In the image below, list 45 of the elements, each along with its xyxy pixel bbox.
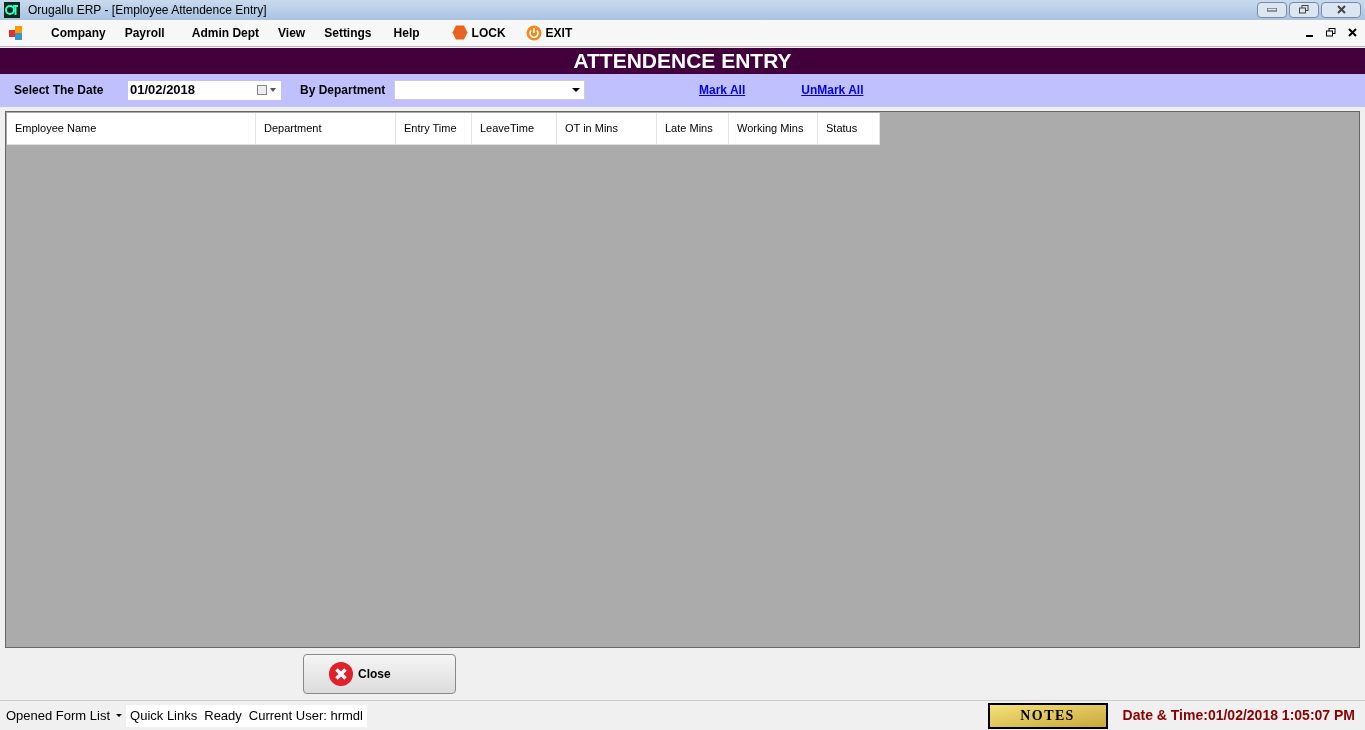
date-time-text: Date & Time:01/02/2018 1:05:07 PM bbox=[1122, 706, 1355, 725]
date-label: Select The Date bbox=[14, 82, 105, 100]
notes-button[interactable]: NOTES bbox=[987, 702, 1108, 729]
column-header[interactable]: OT in Mins bbox=[557, 112, 657, 144]
minimize-icon bbox=[1267, 7, 1277, 12]
status-text: Ready bbox=[204, 706, 242, 725]
error-x-icon bbox=[328, 661, 354, 688]
menu-item[interactable]: Settings bbox=[324, 23, 372, 42]
date-picker[interactable]: 01/02/2018 bbox=[128, 80, 281, 100]
department-label: By Department bbox=[300, 82, 387, 100]
column-header[interactable]: Status bbox=[818, 112, 880, 144]
page-heading: ATTENDENCE ENTRY bbox=[573, 50, 792, 72]
close-button[interactable]: Close bbox=[303, 654, 456, 695]
current-user-text: Current User: hrmdl bbox=[248, 706, 363, 725]
window-title: Orugallu ERP - [Employee Attendence Entry] bbox=[28, 1, 267, 19]
exit-button[interactable]: EXIT bbox=[525, 23, 573, 42]
unmark-all-link[interactable]: UnMark All bbox=[801, 81, 864, 100]
restore-icon bbox=[1299, 5, 1309, 15]
column-header[interactable]: Entry Time bbox=[396, 112, 472, 144]
restore-button[interactable] bbox=[1289, 1, 1319, 18]
restore-icon[interactable] bbox=[1326, 28, 1336, 38]
column-header[interactable]: Employee Name bbox=[7, 112, 256, 144]
mark-all-link[interactable]: Mark All bbox=[699, 81, 746, 100]
menu-item[interactable]: Company bbox=[51, 23, 106, 42]
column-header[interactable]: LeaveTime bbox=[472, 112, 557, 144]
app-logo-icon bbox=[4, 1, 20, 18]
lock-button[interactable]: LOCK bbox=[451, 23, 506, 42]
app-menu-icon[interactable] bbox=[9, 25, 23, 40]
menu-item[interactable]: Payroll bbox=[124, 23, 165, 42]
column-header[interactable]: Late Mins bbox=[657, 112, 729, 144]
dropdown-arrow-icon bbox=[572, 88, 580, 93]
power-icon bbox=[525, 24, 542, 41]
menu-item[interactable]: View bbox=[278, 23, 306, 42]
column-header[interactable]: Working Mins bbox=[729, 112, 818, 144]
opened-form-list-dropdown[interactable]: Opened Form List bbox=[6, 705, 123, 726]
close-icon[interactable] bbox=[1348, 28, 1357, 38]
close-icon bbox=[1336, 5, 1346, 15]
quick-links-label[interactable]: Quick Links bbox=[130, 705, 198, 726]
dropdown-arrow-icon bbox=[116, 714, 123, 717]
calendar-dropdown-icon bbox=[257, 85, 277, 96]
close-window-button[interactable] bbox=[1321, 1, 1361, 18]
column-header[interactable]: Department bbox=[256, 112, 396, 144]
menu-item[interactable]: Admin Dept bbox=[191, 23, 260, 42]
menu-item[interactable]: Help bbox=[393, 23, 420, 42]
hexagon-icon bbox=[451, 25, 468, 41]
